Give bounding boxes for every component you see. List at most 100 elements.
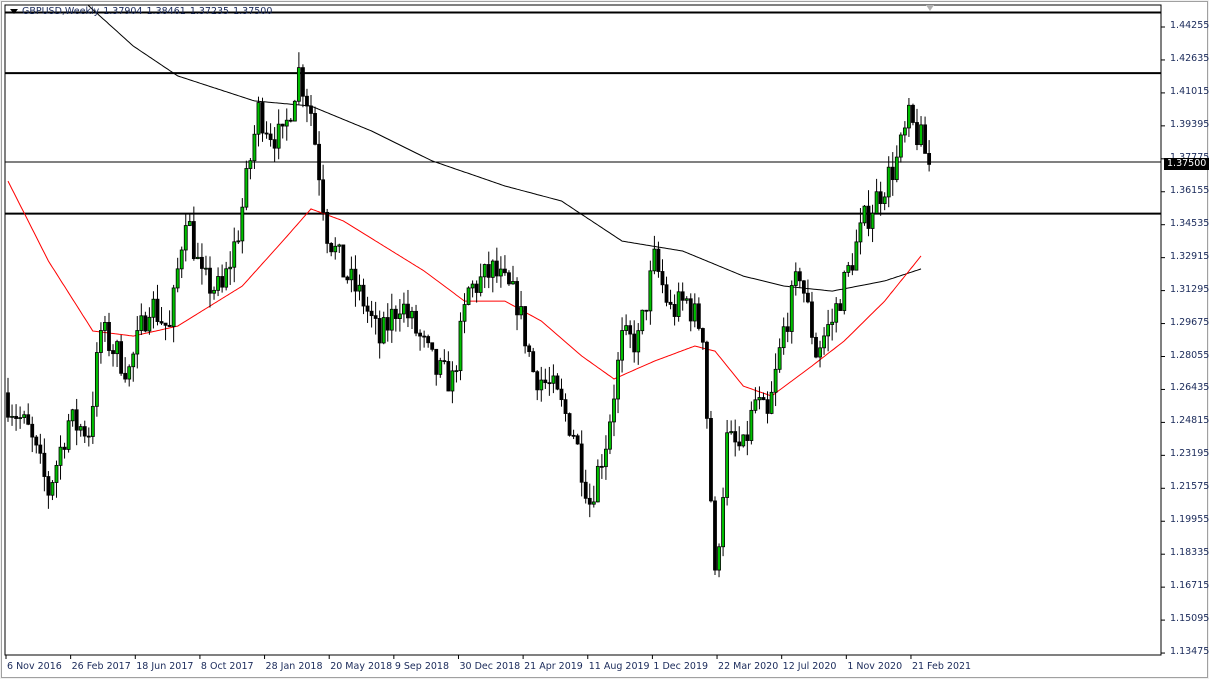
bull-candle: [519, 306, 523, 316]
y-tick-label: 1.36155: [1170, 184, 1209, 196]
bear-candle: [365, 305, 370, 312]
chart-window: GBPUSD,Weekly 1.37904 1.38461 1.37235 1.3750…: [1, 1, 1209, 678]
bull-candle: [729, 431, 734, 434]
bear-candle: [713, 500, 717, 571]
bear-candle: [82, 426, 87, 437]
bull-candle: [624, 325, 629, 331]
bull-candle: [171, 287, 176, 327]
bull-candle: [54, 464, 59, 483]
bear-candle: [535, 371, 540, 391]
y-tick-label: 1.32915: [1170, 250, 1209, 262]
bear-candle: [915, 122, 919, 146]
bull-candle: [725, 432, 730, 498]
bear-candle: [305, 95, 309, 107]
bull-candle: [135, 330, 140, 355]
bear-candle: [806, 292, 810, 303]
bear-candle: [264, 132, 269, 135]
bull-candle: [296, 67, 301, 102]
bear-candle: [430, 342, 435, 350]
bull-candle: [757, 397, 762, 401]
bear-candle: [563, 399, 568, 414]
bear-candle: [814, 336, 818, 358]
bull-candle: [232, 241, 237, 268]
close-value: 1.37500: [233, 6, 273, 17]
y-tick-label: 1.41015: [1170, 85, 1209, 97]
y-tick-label: 1.42635: [1170, 52, 1209, 64]
bull-candle: [389, 308, 394, 331]
bear-candle: [632, 333, 637, 353]
price-chart[interactable]: [2, 2, 1207, 677]
bear-candle: [111, 350, 115, 355]
bull-candle: [620, 330, 624, 361]
current-price-badge: 1.37500: [1164, 158, 1209, 170]
bear-candle: [559, 388, 564, 401]
bull-candle: [187, 221, 192, 226]
bull-candle: [458, 320, 463, 372]
bull-candle: [551, 375, 556, 384]
bear-candle: [705, 341, 709, 419]
bull-candle: [749, 409, 754, 441]
bull-candle: [78, 426, 83, 431]
plot-area: [5, 5, 1161, 578]
bear-candle: [927, 152, 932, 165]
x-tick-label: 30 Dec 2018: [459, 661, 521, 672]
y-tick-label: 1.16715: [1170, 580, 1209, 592]
bear-candle: [503, 268, 507, 274]
bull-candle: [248, 160, 253, 169]
bear-candle: [159, 321, 164, 324]
bull-candle: [604, 448, 608, 468]
bull-candle: [470, 283, 475, 289]
bull-candle: [769, 391, 774, 414]
bull-candle: [919, 124, 923, 146]
bear-candle: [878, 191, 883, 204]
bull-candle: [846, 265, 851, 273]
bull-candle: [907, 104, 911, 129]
bear-candle: [688, 298, 693, 322]
bull-candle: [862, 205, 867, 224]
bear-candle: [30, 423, 35, 438]
bull-candle: [438, 360, 443, 375]
bull-candle: [337, 244, 342, 247]
bear-candle: [14, 415, 18, 419]
bear-candle: [418, 332, 422, 337]
bear-candle: [644, 309, 649, 312]
high-value: 1.38461: [146, 6, 186, 17]
bull-candle: [216, 276, 220, 291]
x-tick-label: 1 Nov 2020: [847, 661, 903, 672]
bull-candle: [90, 405, 95, 437]
y-tick-label: 1.34535: [1170, 217, 1209, 229]
slow-moving-average-line: [87, 5, 922, 292]
bear-candle: [119, 341, 124, 374]
bull-candle: [204, 267, 208, 270]
x-tick-label: 1 Dec 2019: [653, 661, 709, 672]
bull-candle: [402, 303, 406, 315]
dropdown-triangle-icon[interactable]: [10, 9, 18, 14]
chart-shift-marker-icon: [926, 5, 934, 11]
bull-candle: [276, 123, 281, 149]
bull-candle: [595, 465, 600, 503]
bear-candle: [575, 435, 580, 445]
bear-candle: [515, 281, 519, 316]
bull-candle: [212, 289, 216, 294]
bull-candle: [842, 271, 847, 311]
bull-candle: [462, 304, 467, 322]
bear-candle: [911, 104, 915, 123]
bull-candle: [224, 268, 229, 288]
bull-candle: [753, 399, 758, 411]
bull-candle: [410, 310, 414, 319]
x-tick-label: 21 Apr 2019: [524, 661, 583, 672]
bull-candle: [793, 271, 798, 286]
bear-candle: [313, 113, 317, 145]
bull-candle: [66, 420, 71, 450]
bull-candle: [466, 287, 471, 305]
x-tick-label: 22 Mar 2020: [718, 661, 779, 672]
bull-candle: [822, 335, 826, 349]
bear-candle: [680, 291, 685, 301]
bear-candle: [810, 301, 814, 338]
bear-candle: [200, 256, 204, 269]
plot-border: [4, 4, 1162, 656]
bull-candle: [684, 298, 689, 301]
bear-candle: [268, 133, 273, 141]
bull-candle: [115, 341, 119, 355]
bear-candle: [46, 476, 51, 496]
